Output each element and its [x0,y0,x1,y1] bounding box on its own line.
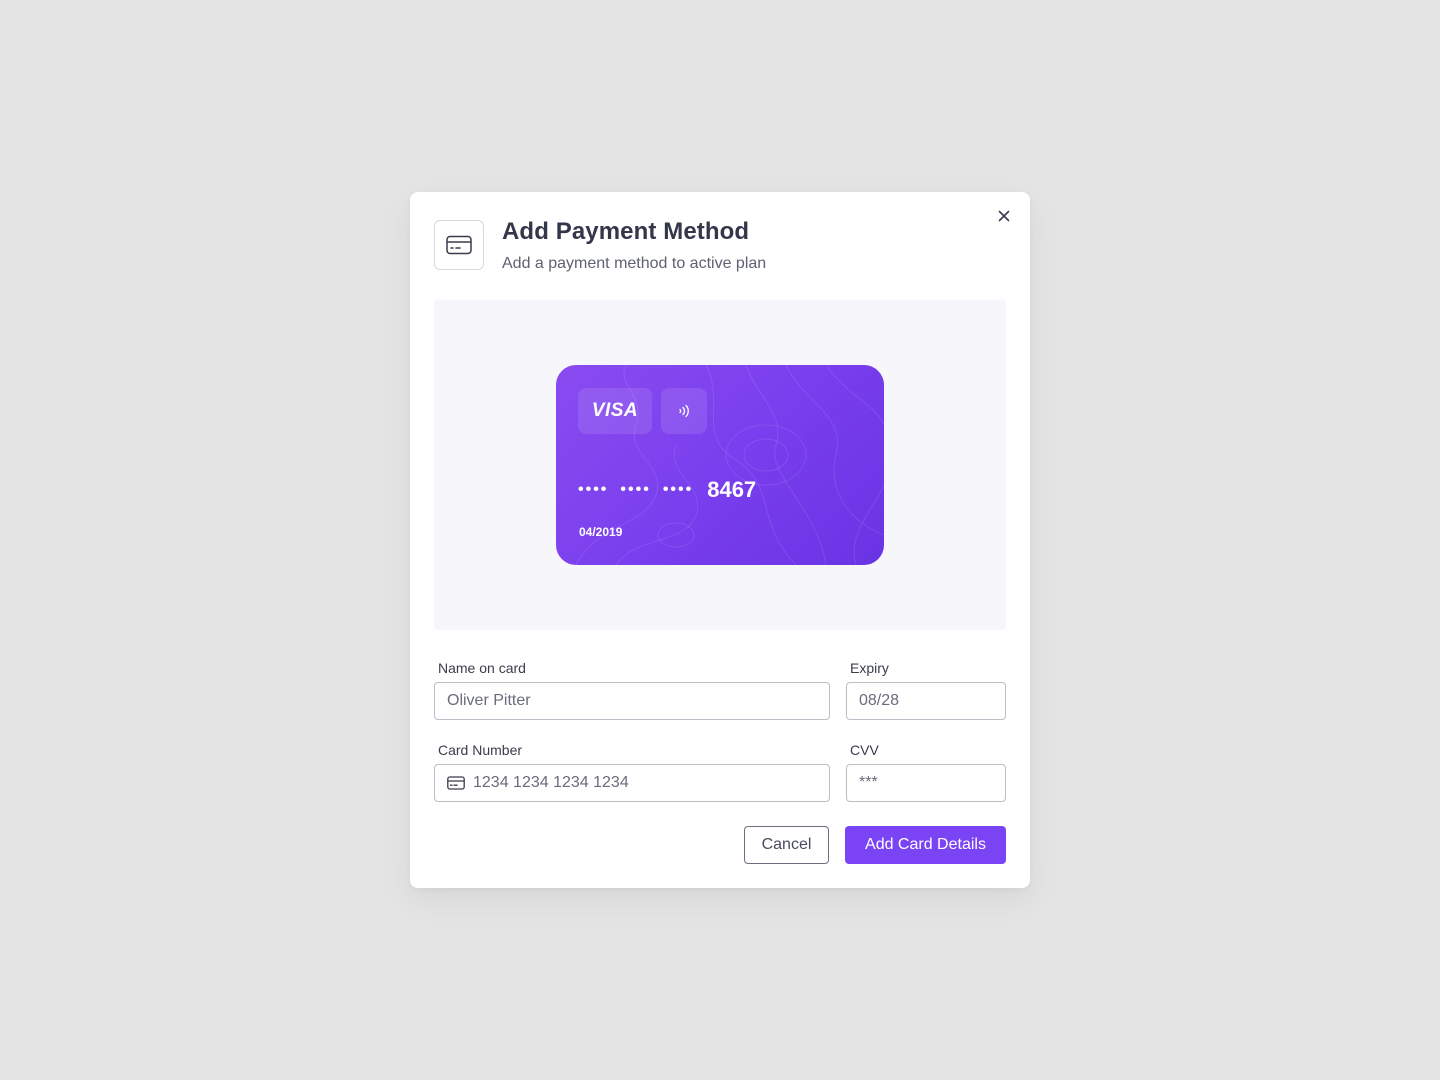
modal-subtitle: Add a payment method to active plan [502,255,767,272]
card-number-placeholder: 1234 1234 1234 1234 [473,774,629,791]
expiry-value: 08/28 [859,692,900,709]
expiry-input[interactable]: 08/28 [846,682,1006,720]
add-payment-modal: Add Payment Method Add a payment method … [410,192,1030,888]
card-brand-badge: VISA [578,388,652,434]
cancel-button[interactable]: Cancel [744,826,829,864]
card-number-input[interactable]: 1234 1234 1234 1234 [434,764,830,802]
credit-card-preview: VISA •••• •••• •••• 8467 04/2019 [556,365,884,565]
card-expiry-display: 04/2019 [579,525,623,539]
masked-group: •••• [620,481,651,498]
card-number-display: •••• •••• •••• 8467 [578,477,756,503]
contactless-icon [679,404,689,418]
cvv-label: CVV [850,742,879,758]
header-icon-container [434,220,484,270]
card-number-label: Card Number [438,742,523,758]
card-brand-label: VISA [591,400,639,421]
name-on-card-input[interactable]: Oliver Pitter [434,682,830,720]
card-number-field-icon [447,776,465,790]
close-icon [998,210,1010,222]
card-preview-area: VISA •••• •••• •••• 8467 04/2019 [434,300,1006,630]
credit-card-icon [446,235,472,255]
cvv-input[interactable]: *** [846,764,1006,802]
close-button[interactable] [994,206,1014,226]
card-last-four: 8467 [707,477,757,502]
contactless-badge [661,388,707,434]
masked-group: •••• [662,481,694,498]
add-card-details-button[interactable]: Add Card Details [845,826,1006,864]
masked-group: •••• [578,481,609,498]
name-on-card-value: Oliver Pitter [447,692,531,709]
modal-title: Add Payment Method [502,218,750,245]
credit-card-icon [447,776,465,790]
name-on-card-label: Name on card [438,660,526,676]
cvv-value: *** [859,774,878,791]
expiry-label: Expiry [850,660,889,676]
